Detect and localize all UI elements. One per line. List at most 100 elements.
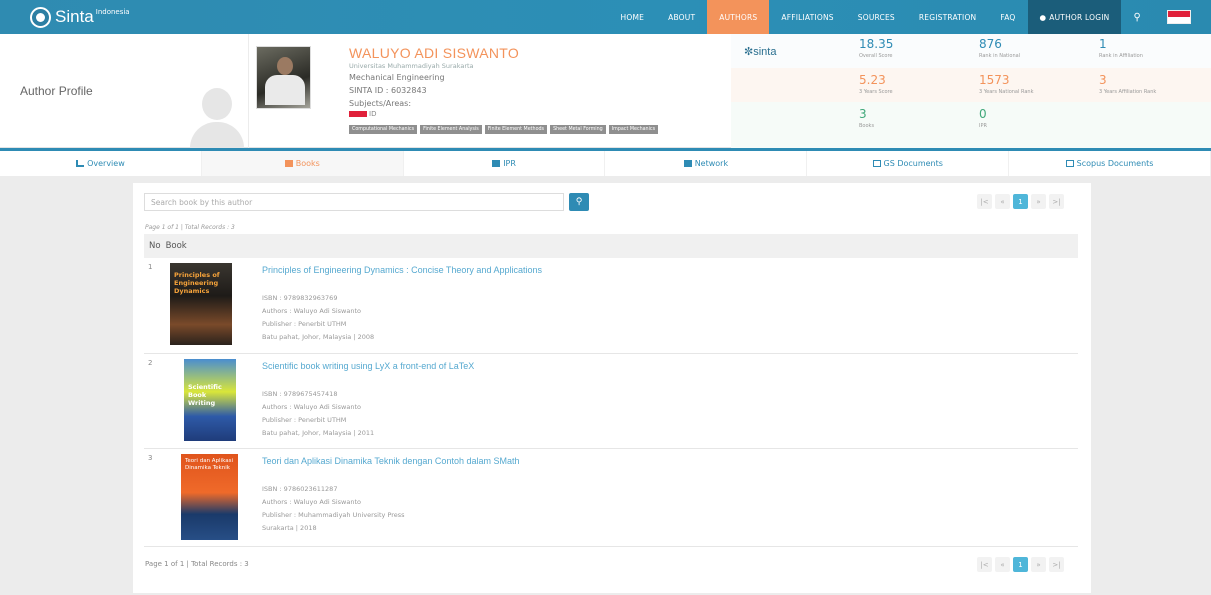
cover-title: Teori dan Aplikasi Dinamika Teknik bbox=[185, 458, 233, 471]
nav-registration[interactable]: REGISTRATION bbox=[907, 0, 988, 34]
subject-tag[interactable]: Finite Element Analysis bbox=[420, 125, 482, 134]
tab-scopus-documents[interactable]: Scopus Documents bbox=[1009, 151, 1211, 176]
book-icon bbox=[492, 160, 501, 167]
subject-tag[interactable]: Sheet Metal Forming bbox=[550, 125, 606, 134]
country-code: ID bbox=[369, 110, 377, 118]
book-isbn: ISBN : 9786023611287 bbox=[262, 485, 338, 493]
stat-value: 18.35 bbox=[859, 37, 894, 51]
top-navbar: Sinta Indonesia HOME ABOUT AUTHORS AFFIL… bbox=[0, 0, 1211, 34]
author-login-button[interactable]: ● AUTHOR LOGIN bbox=[1027, 0, 1122, 34]
tab-overview[interactable]: Overview bbox=[0, 151, 202, 176]
stat-books: 3 Books bbox=[859, 107, 875, 130]
author-university[interactable]: Universitas Muhammadiyah Surakarta bbox=[349, 62, 474, 70]
table-row: 2 Scientific Book Writing Scientific boo… bbox=[144, 355, 1078, 449]
last-page-button[interactable]: >| bbox=[1049, 557, 1064, 572]
tab-gs-documents[interactable]: GS Documents bbox=[807, 151, 1010, 176]
book-title-link[interactable]: Principles of Engineering Dynamics : Con… bbox=[262, 265, 542, 275]
stat-rank-affiliation: 1 Rank in Affiliation bbox=[1099, 37, 1143, 60]
book-title-link[interactable]: Teori dan Aplikasi Dinamika Teknik denga… bbox=[262, 456, 519, 466]
tab-label: GS Documents bbox=[883, 159, 943, 168]
books-panel: Search book by this author ⚲ |< « 1 » >|… bbox=[133, 183, 1091, 593]
search-nav-button[interactable]: ⚲ bbox=[1121, 0, 1153, 34]
next-page-button[interactable]: » bbox=[1031, 194, 1046, 209]
row-number: 2 bbox=[148, 359, 153, 367]
stat-ipr: 0 IPR bbox=[979, 108, 987, 130]
subject-tag[interactable]: Finite Element Methods bbox=[484, 125, 548, 134]
row-number: 1 bbox=[148, 263, 153, 271]
stat-overall-score: 18.35 Overall Score bbox=[859, 37, 894, 60]
book-meta: ISBN : 9786023611287 Authors : Waluyo Ad… bbox=[262, 483, 405, 535]
page-1-button[interactable]: 1 bbox=[1013, 194, 1028, 209]
row-number: 3 bbox=[148, 454, 153, 462]
book-search-input[interactable]: Search book by this author bbox=[144, 193, 564, 211]
profile-tabs: Overview Books IPR Network GS Documents … bbox=[0, 148, 1211, 176]
next-page-button[interactable]: » bbox=[1031, 557, 1046, 572]
sinta-mini-logo: ✼sinta bbox=[744, 45, 776, 58]
nav-authors[interactable]: AUTHORS bbox=[707, 0, 770, 34]
pagination-bottom: |< « 1 » >| bbox=[977, 557, 1064, 572]
table-row: 3 Teori dan Aplikasi Dinamika Teknik Teo… bbox=[144, 450, 1078, 547]
document-icon bbox=[1065, 160, 1074, 167]
nav-affiliations[interactable]: AFFILIATIONS bbox=[769, 0, 845, 34]
book-place-year: Surakarta | 2018 bbox=[262, 524, 317, 532]
author-photo bbox=[256, 46, 311, 109]
tab-label: Books bbox=[295, 159, 320, 168]
tab-label: Network bbox=[694, 159, 729, 168]
author-department: Mechanical Engineering bbox=[349, 73, 445, 82]
stat-value: 1573 bbox=[979, 73, 1010, 87]
bar-chart-icon bbox=[76, 160, 85, 167]
stat-label: Books bbox=[859, 123, 875, 129]
indonesia-flag-icon[interactable] bbox=[1167, 10, 1191, 24]
sinta-id: SINTA ID : 6032843 bbox=[349, 86, 427, 95]
cover-title: Scientific Book Writing bbox=[188, 383, 222, 407]
first-page-button[interactable]: |< bbox=[977, 557, 992, 572]
search-icon: ⚲ bbox=[575, 197, 583, 207]
footer-page-info: Page 1 of 1 | Total Records : 3 bbox=[145, 560, 249, 568]
prev-page-button[interactable]: « bbox=[995, 557, 1010, 572]
nav-home[interactable]: HOME bbox=[609, 0, 657, 34]
main-nav: HOME ABOUT AUTHORS AFFILIATIONS SOURCES … bbox=[609, 0, 1211, 34]
stat-value: 1 bbox=[1099, 37, 1107, 51]
book-isbn: ISBN : 9789832963769 bbox=[262, 294, 338, 302]
subject-tag[interactable]: Computational Mechanics bbox=[349, 125, 418, 134]
tab-books[interactable]: Books bbox=[201, 151, 404, 176]
table-row: 1 Principles of Engineering Dynamics Pri… bbox=[144, 259, 1078, 354]
tab-ipr[interactable]: IPR bbox=[404, 151, 606, 176]
search-icon: ⚲ bbox=[1133, 11, 1141, 23]
nav-about[interactable]: ABOUT bbox=[656, 0, 707, 34]
document-icon bbox=[872, 160, 881, 167]
login-label: AUTHOR LOGIN bbox=[1049, 12, 1110, 22]
book-title-link[interactable]: Scientific book writing using LyX a fron… bbox=[262, 361, 474, 371]
stat-value: 3 bbox=[859, 107, 867, 121]
book-publisher: Publisher : Penerbit UTHM bbox=[262, 416, 347, 424]
book-cover[interactable]: Principles of Engineering Dynamics bbox=[170, 263, 232, 345]
stat-3y-affiliation-rank: 3 3 Years Affiliation Rank bbox=[1099, 74, 1156, 96]
sinta-mini-text: sinta bbox=[753, 46, 777, 58]
stat-3y-national-rank: 1573 3 Years National Rank bbox=[979, 73, 1034, 96]
stat-label: 3 Years National Rank bbox=[979, 89, 1034, 95]
first-page-button[interactable]: |< bbox=[977, 194, 992, 209]
book-isbn: ISBN : 9789675457418 bbox=[262, 390, 338, 398]
tab-network[interactable]: Network bbox=[605, 151, 808, 176]
stat-label: Rank in Affiliation bbox=[1099, 53, 1143, 59]
book-cover[interactable]: Teori dan Aplikasi Dinamika Teknik bbox=[181, 454, 238, 540]
search-button[interactable]: ⚲ bbox=[569, 193, 589, 211]
author-name[interactable]: WALUYO ADI SISWANTO bbox=[349, 45, 519, 61]
book-cover[interactable]: Scientific Book Writing bbox=[184, 359, 236, 441]
book-publisher: Publisher : Penerbit UTHM bbox=[262, 320, 347, 328]
country-flag-icon bbox=[349, 111, 367, 117]
nav-sources[interactable]: SOURCES bbox=[846, 0, 907, 34]
book-place-year: Batu pahat, Johor, Malaysia | 2011 bbox=[262, 429, 375, 437]
subject-tag[interactable]: Impact Mechanics bbox=[608, 125, 659, 134]
book-icon bbox=[284, 160, 293, 167]
page-1-button[interactable]: 1 bbox=[1013, 557, 1028, 572]
avatar-placeholder-icon bbox=[190, 88, 244, 148]
nav-faq[interactable]: FAQ bbox=[988, 0, 1027, 34]
brand-sup: Indonesia bbox=[95, 8, 130, 16]
tab-label: Overview bbox=[87, 159, 125, 168]
subject-tags: Computational Mechanics Finite Element A… bbox=[349, 125, 659, 134]
stat-label: IPR bbox=[979, 123, 987, 129]
last-page-button[interactable]: >| bbox=[1049, 194, 1064, 209]
sinta-logo[interactable]: Sinta Indonesia bbox=[30, 6, 130, 28]
prev-page-button[interactable]: « bbox=[995, 194, 1010, 209]
